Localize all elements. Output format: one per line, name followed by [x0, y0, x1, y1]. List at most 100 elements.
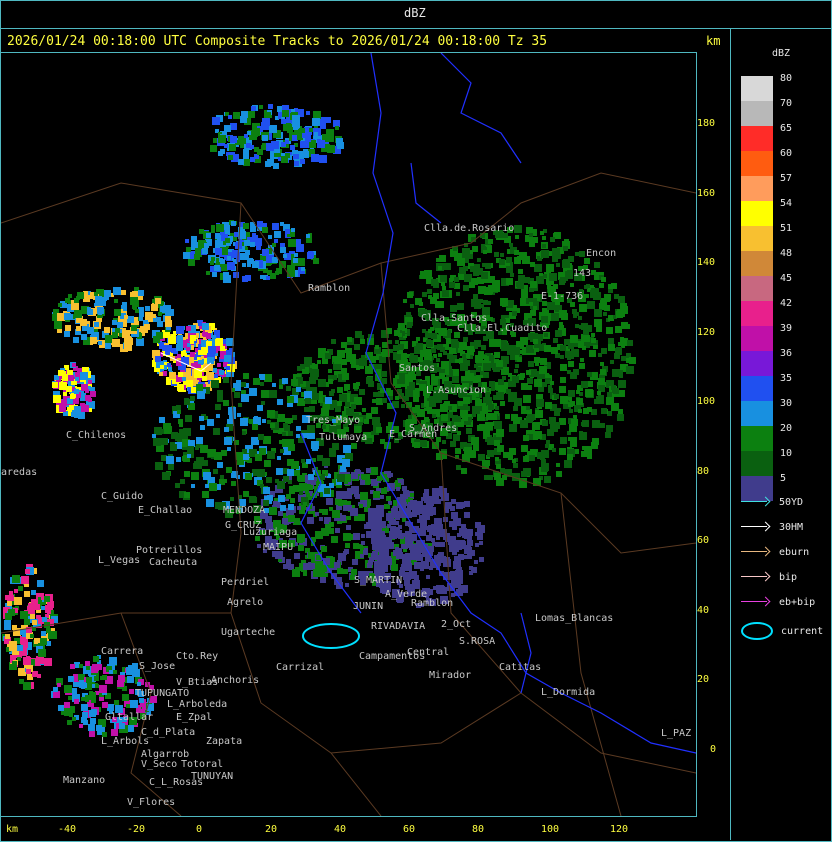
radar-echo-pixel [171, 348, 176, 353]
radar-echo-pixel [160, 306, 167, 313]
radar-echo-pixel [462, 354, 466, 358]
radar-map[interactable]: Clla.de.Rosario Encon 143 E-1-736 Ramblon Cll… [0, 52, 697, 817]
radar-echo-pixel [74, 298, 79, 303]
radar-echo-pixel [53, 395, 61, 403]
radar-echo-pixel [395, 396, 399, 400]
place-label: E-1-736 [541, 291, 584, 302]
radar-echo-pixel [220, 475, 224, 479]
radar-echo-pixel [217, 396, 223, 402]
radar-echo-pixel [361, 474, 366, 479]
radar-echo-pixel [312, 445, 318, 451]
scale-label: 60 [780, 148, 793, 159]
radar-echo-pixel [515, 235, 519, 239]
radar-echo-pixel [196, 437, 203, 444]
radar-echo-pixel [152, 314, 156, 318]
place-label: aredas [1, 467, 38, 478]
radar-echo-pixel [472, 406, 480, 414]
radar-echo-pixel [515, 364, 519, 368]
radar-echo-pixel [439, 255, 446, 262]
radar-echo-pixel [608, 338, 614, 344]
radar-echo-pixel [96, 664, 102, 670]
radar-echo-pixel [359, 504, 363, 508]
radar-echo-pixel [64, 685, 72, 693]
scale-swatch: 51 [741, 223, 792, 251]
y-tick-label: 100 [697, 396, 716, 407]
radar-echo-pixel [53, 691, 60, 698]
radar-echo-pixel [178, 372, 183, 377]
radar-echo-pixel [385, 537, 392, 544]
radar-echo-pixel [395, 375, 399, 379]
radar-echo-pixel [85, 698, 89, 702]
radar-echo-pixel [279, 385, 283, 389]
radar-echo-pixel [177, 335, 183, 341]
radar-echo-pixel [448, 406, 452, 410]
radar-echo-pixel [491, 387, 495, 391]
scale-label: 42 [780, 298, 793, 309]
radar-echo-pixel [195, 446, 199, 450]
radar-echo-pixel [571, 349, 579, 357]
radar-echo-pixel [278, 495, 285, 502]
radar-echo-pixel [431, 378, 438, 385]
radar-echo-pixel [580, 358, 584, 362]
radar-echo-pixel [300, 159, 305, 164]
radar-echo-pixel [476, 367, 481, 372]
radar-echo-pixel [431, 374, 435, 378]
radar-echo-pixel [257, 469, 265, 477]
radar-echo-pixel [413, 572, 417, 576]
radar-echo-pixel [496, 429, 504, 437]
place-label: S_MARTIN [354, 575, 403, 586]
radar-echo-pixel [346, 354, 354, 362]
radar-echo-pixel [592, 420, 600, 428]
radar-echo-pixel [421, 497, 425, 501]
radar-echo-pixel [273, 163, 279, 169]
place-label: V_Seco [141, 759, 178, 770]
radar-echo-pixel [283, 476, 289, 482]
radar-echo-pixel [306, 387, 310, 391]
radar-echo-pixel [243, 223, 249, 229]
radar-echo-pixel [344, 387, 348, 391]
radar-echo-pixel [495, 457, 499, 461]
y-tick-label: 60 [697, 535, 710, 546]
radar-echo-pixel [512, 347, 520, 355]
radar-echo-pixel [360, 339, 365, 344]
radar-echo-pixel [168, 367, 172, 371]
scale-label: 54 [780, 198, 793, 209]
radar-echo-pixel [452, 525, 457, 530]
radar-echo-pixel [289, 486, 293, 490]
radar-echo-pixel [303, 149, 308, 154]
radar-echo-pixel [442, 286, 446, 290]
radar-echo-pixel [376, 519, 382, 525]
radar-echo-pixel [243, 159, 250, 166]
place-label: E_Zpal [176, 712, 213, 723]
radar-echo-pixel [281, 119, 286, 124]
radar-echo-pixel [342, 459, 350, 467]
radar-echo-pixel [194, 254, 200, 260]
radar-echo-pixel [471, 567, 477, 573]
radar-echo-pixel [575, 324, 579, 328]
radar-echo-pixel [329, 483, 334, 488]
radar-echo-pixel [168, 464, 174, 470]
place-label: Lomas_Blancas [535, 613, 614, 624]
radar-echo-pixel [186, 347, 190, 351]
place-label: JUNIN [353, 601, 384, 612]
scale-swatch: 10 [741, 448, 792, 476]
scale-label: 48 [780, 248, 793, 259]
radar-echo-pixel [249, 496, 256, 503]
radar-echo-pixel [540, 231, 544, 235]
radar-echo-pixel [526, 370, 531, 375]
radar-echo-pixel [362, 408, 366, 412]
radar-echo-pixel [442, 440, 446, 444]
radar-echo-pixel [312, 118, 320, 126]
radar-echo-pixel [545, 402, 552, 409]
radar-echo-pixel [385, 556, 391, 562]
radar-echo-pixel [518, 269, 523, 274]
radar-echo-pixel [428, 295, 432, 299]
radar-echo-pixel [259, 448, 266, 455]
radar-echo-pixel [294, 253, 298, 257]
radar-echo-pixel [63, 392, 67, 396]
radar-echo-pixel [463, 337, 468, 342]
radar-echo-pixel [594, 309, 602, 317]
radar-echo-pixel [243, 491, 249, 497]
radar-echo-pixel [405, 382, 409, 386]
radar-echo-pixel [12, 661, 17, 666]
